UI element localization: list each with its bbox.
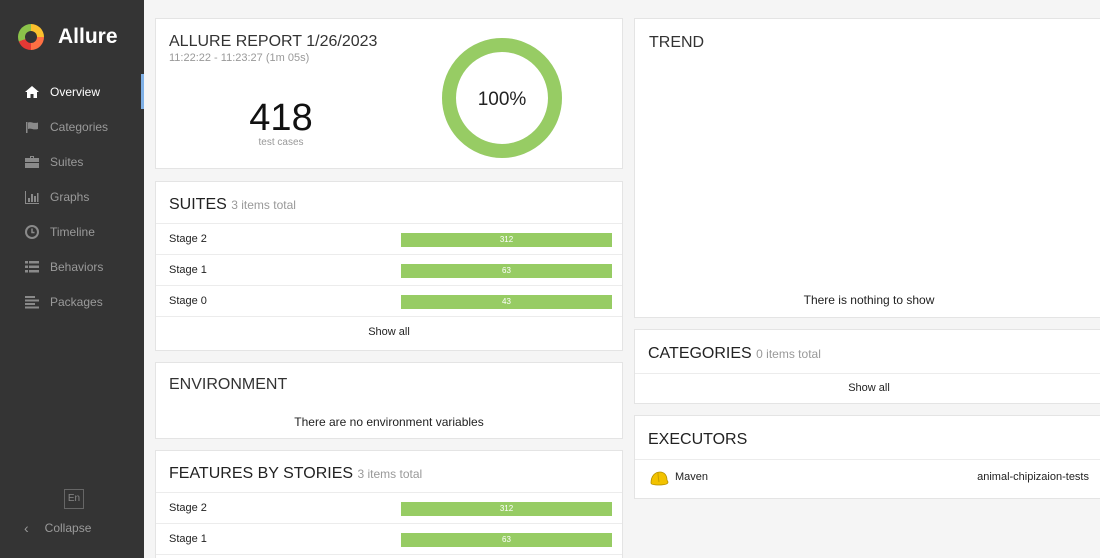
- sidebar-item-label: Suites: [50, 154, 84, 169]
- sidebar: Allure Overview Categories Suites Graphs: [0, 0, 144, 558]
- sidebar-nav: Overview Categories Suites Graphs Timeli…: [0, 74, 144, 319]
- align-left-icon: [24, 294, 40, 310]
- categories-header: CATEGORIES 0 items total: [635, 330, 1100, 374]
- sidebar-item-overview[interactable]: Overview: [0, 74, 144, 109]
- categories-show-all-link[interactable]: Show all: [635, 374, 1100, 403]
- brand[interactable]: Allure: [18, 22, 118, 52]
- executors-title: EXECUTORS: [648, 431, 748, 448]
- sidebar-item-label: Packages: [50, 294, 103, 309]
- brand-name: Allure: [58, 25, 118, 48]
- suites-header: SUITES 3 items total: [156, 182, 622, 224]
- executor-name: Maven: [675, 471, 709, 483]
- clock-icon: [24, 224, 40, 240]
- sidebar-item-label: Overview: [50, 84, 101, 99]
- report-time-range: 11:22:22 - 11:23:27 (1m 05s): [169, 52, 310, 64]
- feature-status-bar[interactable]: 63: [401, 533, 612, 547]
- categories-title: CATEGORIES: [648, 345, 752, 362]
- feature-row[interactable]: Stage 2 312: [156, 493, 622, 524]
- test-case-count: 418: [249, 97, 313, 139]
- feature-status-bar[interactable]: 312: [401, 502, 612, 516]
- suites-widget: SUITES 3 items total Stage 2 312 Stage 1…: [155, 181, 623, 351]
- maven-hardhat-icon: [650, 471, 669, 486]
- categories-total: 0 items total: [756, 347, 821, 361]
- suite-row[interactable]: Stage 0 43: [156, 286, 622, 317]
- suite-status-bar[interactable]: 43: [401, 295, 612, 309]
- suite-name: Stage 0: [169, 295, 207, 307]
- feature-row[interactable]: Stage 1 63: [156, 524, 622, 555]
- sidebar-item-packages[interactable]: Packages: [0, 284, 144, 319]
- executor-row[interactable]: Maven animal-chipizaion-tests: [635, 460, 1100, 498]
- allure-logo-icon: [18, 24, 44, 50]
- sidebar-item-behaviors[interactable]: Behaviors: [0, 249, 144, 284]
- sidebar-item-timeline[interactable]: Timeline: [0, 214, 144, 249]
- suites-show-all-link[interactable]: Show all: [156, 317, 622, 347]
- sidebar-item-label: Graphs: [50, 189, 90, 204]
- suite-status-bar[interactable]: 63: [401, 264, 612, 278]
- features-title: FEATURES BY STORIES: [169, 465, 354, 482]
- trend-widget: TREND There is nothing to show: [634, 18, 1100, 318]
- suite-row[interactable]: Stage 1 63: [156, 255, 622, 286]
- report-title: ALLURE REPORT 1/26/2023: [169, 33, 378, 50]
- executors-widget: EXECUTORS Maven animal-chipizaion-tests: [634, 415, 1100, 499]
- bar-chart-icon: [24, 189, 40, 205]
- language-toggle[interactable]: En: [64, 489, 84, 509]
- environment-widget: ENVIRONMENT There are no environment var…: [155, 362, 623, 439]
- suites-total: 3 items total: [231, 198, 296, 212]
- trend-title: TREND: [649, 34, 705, 51]
- executors-header: EXECUTORS: [635, 416, 1100, 460]
- suite-name: Stage 1: [169, 264, 207, 276]
- home-icon: [24, 84, 40, 100]
- list-icon: [24, 259, 40, 275]
- environment-title: ENVIRONMENT: [169, 376, 288, 393]
- suite-row[interactable]: Stage 2 312: [156, 224, 622, 255]
- briefcase-icon: [24, 154, 40, 170]
- collapse-label: Collapse: [44, 521, 92, 535]
- suites-title: SUITES: [169, 196, 227, 213]
- summary-widget: ALLURE REPORT 1/26/2023 11:22:22 - 11:23…: [155, 18, 623, 169]
- features-total: 3 items total: [357, 467, 423, 481]
- sidebar-item-suites[interactable]: Suites: [0, 144, 144, 179]
- sidebar-item-label: Categories: [50, 119, 109, 134]
- sidebar-item-graphs[interactable]: Graphs: [0, 179, 144, 214]
- features-header: FEATURES BY STORIES 3 items total: [156, 451, 622, 493]
- feature-name: Stage 2: [169, 502, 207, 514]
- executor-build-name[interactable]: animal-chipizaion-tests: [977, 471, 1089, 483]
- features-widget: FEATURES BY STORIES 3 items total Stage …: [155, 450, 623, 558]
- environment-empty-message: There are no environment variables: [294, 415, 484, 429]
- suite-name: Stage 2: [169, 233, 207, 245]
- chevron-left-icon: ‹: [24, 520, 29, 536]
- flag-icon: [24, 119, 40, 135]
- suite-status-bar[interactable]: 312: [401, 233, 612, 247]
- categories-widget: CATEGORIES 0 items total Show all: [634, 329, 1100, 404]
- sidebar-item-categories[interactable]: Categories: [0, 109, 144, 144]
- test-case-count-label: test cases: [258, 137, 304, 148]
- trend-empty-message: There is nothing to show: [803, 293, 935, 307]
- pass-rate-label: 100%: [477, 89, 527, 110]
- sidebar-item-label: Behaviors: [50, 259, 104, 274]
- feature-name: Stage 1: [169, 533, 207, 545]
- sidebar-item-label: Timeline: [50, 224, 95, 239]
- collapse-button[interactable]: ‹ Collapse: [24, 520, 91, 536]
